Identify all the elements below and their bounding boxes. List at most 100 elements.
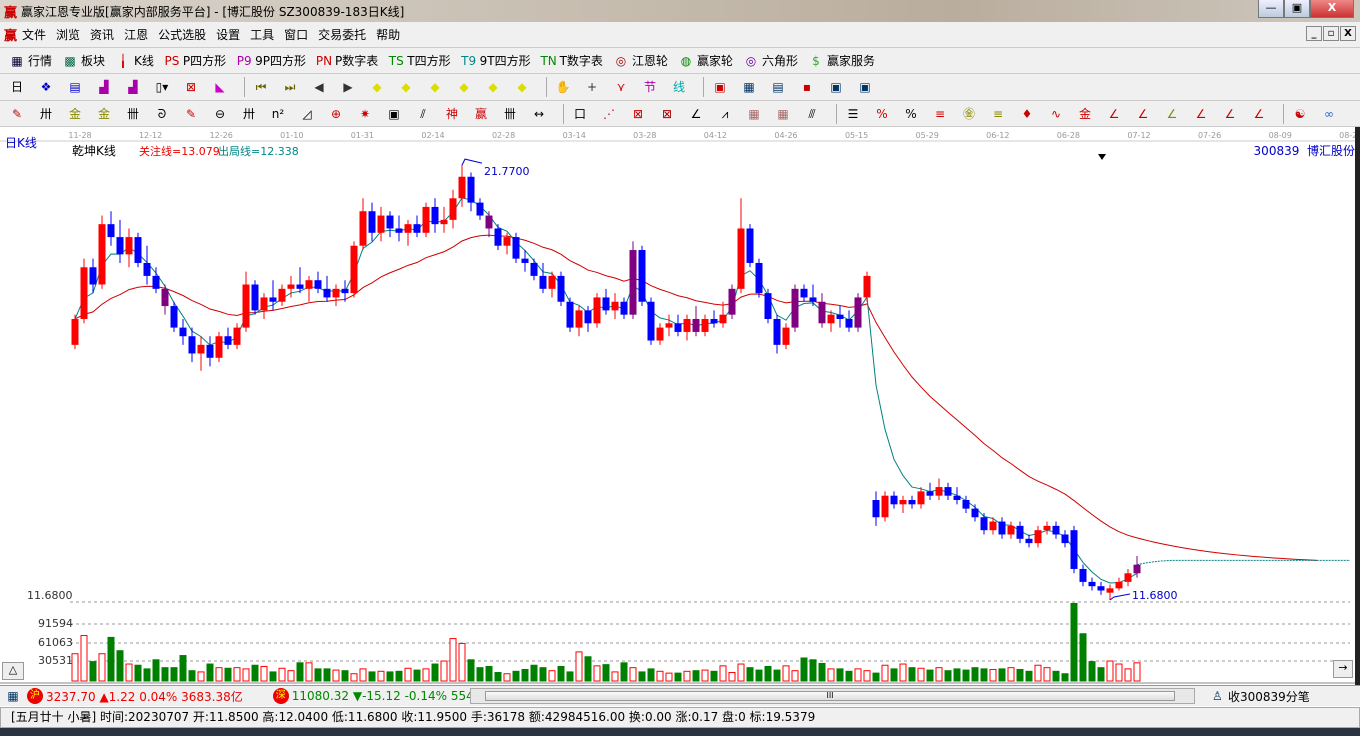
toolbar2-button[interactable]: ▣ [711, 78, 731, 96]
toolbar3-button[interactable]: ✎ [8, 105, 28, 123]
menu-item[interactable]: 工具 [250, 26, 274, 43]
toolbar1-button[interactable]: ▩ 板块 [61, 52, 105, 70]
toolbar2-button[interactable]: ◆ [368, 78, 388, 96]
toolbar2-button[interactable]: ▤ [769, 78, 789, 96]
toolbar3-button[interactable]: ∠ [1134, 105, 1154, 123]
toolbar3-button[interactable]: % [902, 105, 922, 123]
toolbar3-button[interactable]: ∠ [1250, 105, 1270, 123]
toolbar2-button[interactable]: ▯▾ [153, 78, 173, 96]
toolbar3-button[interactable]: ☯ [1291, 105, 1311, 123]
tick-data-icon[interactable]: ♙ [1212, 689, 1223, 703]
menu-item[interactable]: 浏览 [56, 26, 80, 43]
toolbar2-button[interactable]: + [583, 78, 603, 96]
toolbar3-button[interactable]: ⊠ [629, 105, 649, 123]
toolbar3-button[interactable]: ✎ [182, 105, 202, 123]
toolbar2-button[interactable]: ◆ [513, 78, 533, 96]
toolbar2-button[interactable]: ▶ [339, 78, 359, 96]
toolbar2-button[interactable]: ▦ [740, 78, 760, 96]
toolbar2-button[interactable]: ◣ [211, 78, 231, 96]
toolbar1-button[interactable]: P9 9P四方形 [235, 52, 306, 70]
menu-item[interactable]: 文件 [22, 26, 46, 43]
toolbar3-button[interactable]: ≡ [989, 105, 1009, 123]
menu-item[interactable]: 公式选股 [158, 26, 206, 43]
toolbar2-button[interactable]: ▟ [124, 78, 144, 96]
toolbar3-button[interactable]: 神 [443, 105, 463, 123]
toolbar2-button[interactable]: ⏮ [252, 78, 272, 96]
minimize-button[interactable]: — [1258, 0, 1284, 18]
mdi-minimize-button[interactable]: _ [1306, 26, 1322, 41]
toolbar3-button[interactable]: ⫽ [414, 105, 434, 123]
menu-item[interactable]: 设置 [216, 26, 240, 43]
toolbar2-button[interactable]: 日▾ [8, 78, 28, 112]
toolbar3-button[interactable]: ▦ [774, 105, 794, 123]
toolbar3-button[interactable]: ↔ [530, 105, 550, 123]
shenzhen-index[interactable]: 11080.32 ▼-15.12 -0.14% 5542.3 [292, 689, 493, 703]
toolbar2-button[interactable]: ▣ [856, 78, 876, 96]
toolbar2-button[interactable]: ◆ [455, 78, 475, 96]
toolbar3-button[interactable]: ⊖ [211, 105, 231, 123]
toolbar1-button[interactable]: ◎ 六角形 [742, 52, 798, 70]
toolbar3-button[interactable]: ᘐ [153, 105, 173, 123]
collapse-button[interactable]: △ [2, 662, 24, 680]
toolbar2-button[interactable]: ▟ [95, 78, 115, 96]
toolbar3-button[interactable]: ∿ [1047, 105, 1067, 123]
toolbar1-button[interactable]: $ 赢家服务 [807, 52, 875, 70]
shanghai-index[interactable]: 3237.70 ▲1.22 0.04% 3683.38亿 [46, 688, 243, 705]
toolbar3-button[interactable]: 金 [1076, 105, 1096, 123]
toolbar1-button[interactable]: ╽ K线 [114, 52, 154, 70]
menu-item[interactable]: 窗口 [284, 26, 308, 43]
toolbar3-button[interactable]: ✷ [356, 105, 376, 123]
toolbar3-button[interactable]: ◿ [298, 105, 318, 123]
toolbar3-button[interactable]: ≡ [931, 105, 951, 123]
toolbar3-button[interactable]: ⊕ [327, 105, 347, 123]
toolbar2-button[interactable]: ◆ [426, 78, 446, 96]
toolbar3-button[interactable]: n² [269, 105, 289, 123]
toolbar3-button[interactable]: 金 [95, 105, 115, 123]
toolbar3-button[interactable]: ☰ [844, 105, 864, 123]
scrollbar-thumb[interactable]: III [485, 691, 1175, 701]
toolbar2-button[interactable]: ⊠ [182, 78, 202, 96]
toolbar1-button[interactable]: TS T四方形 [387, 52, 451, 70]
menu-item[interactable]: 帮助 [376, 26, 400, 43]
tick-data-label[interactable]: 收300839分笔 [1228, 688, 1310, 705]
menu-item[interactable]: 资讯 [90, 26, 114, 43]
toolbar2-button[interactable]: ❖ [37, 78, 57, 96]
toolbar3-button[interactable]: ㊎ [960, 105, 980, 123]
toolbar1-button[interactable]: ▦ 行情 [8, 52, 52, 70]
quote-grid-icon[interactable]: ▦ [4, 687, 22, 705]
toolbar3-button[interactable]: 卌 [501, 105, 521, 123]
toolbar2-button[interactable]: ⏭ [281, 78, 301, 96]
mdi-restore-button[interactable]: ▫ [1323, 26, 1339, 41]
toolbar3-button[interactable]: ⫻ [803, 105, 823, 123]
chart-svg[interactable]: 11-28 12-12 12-26 01-10 01-31 02-14 02-28 03-14… [0, 127, 1355, 685]
toolbar3-button[interactable]: ▣ [385, 105, 405, 123]
toolbar1-button[interactable]: T9 9T四方形 [460, 52, 530, 70]
maximize-button[interactable]: ▣ [1284, 0, 1310, 18]
menu-item[interactable]: 交易委托 [318, 26, 366, 43]
toolbar3-button[interactable]: ⩘ [716, 105, 736, 123]
toolbar2-button[interactable]: ▪ [798, 78, 818, 96]
toolbar3-button[interactable]: ∠ [1221, 105, 1241, 123]
close-button[interactable]: X [1310, 0, 1354, 18]
toolbar3-button[interactable]: 卅 [240, 105, 260, 123]
toolbar3-button[interactable]: ∞ [1320, 105, 1340, 123]
toolbar2-button[interactable]: ◆ [484, 78, 504, 96]
toolbar3-button[interactable]: ∠ [1105, 105, 1125, 123]
toolbar3-button[interactable]: 赢 [472, 105, 492, 123]
toolbar3-button[interactable]: 卅 [37, 105, 57, 123]
toolbar2-button[interactable]: ▤ [66, 78, 86, 96]
toolbar3-button[interactable]: ♦ [1018, 105, 1038, 123]
toolbar2-button[interactable]: ▣ [827, 78, 847, 96]
horizontal-scrollbar[interactable]: III [470, 688, 1195, 704]
toolbar3-button[interactable]: ∠ [1192, 105, 1212, 123]
toolbar2-button[interactable]: 节 [641, 78, 661, 96]
kline-chart[interactable]: 11-28 12-12 12-26 01-10 01-31 02-14 02-28 03-14… [0, 127, 1355, 685]
arrow-right-button[interactable]: → [1333, 660, 1353, 678]
toolbar1-button[interactable]: PN P数字表 [315, 52, 378, 70]
mdi-close-button[interactable]: X [1340, 26, 1356, 41]
toolbar3-button[interactable]: ∠ [1163, 105, 1183, 123]
toolbar2-button[interactable]: ◀ [310, 78, 330, 96]
toolbar3-button[interactable]: 口 [571, 105, 591, 123]
toolbar2-button[interactable]: 线 [670, 78, 690, 96]
toolbar1-button[interactable]: ◎ 江恩轮 [612, 52, 668, 70]
